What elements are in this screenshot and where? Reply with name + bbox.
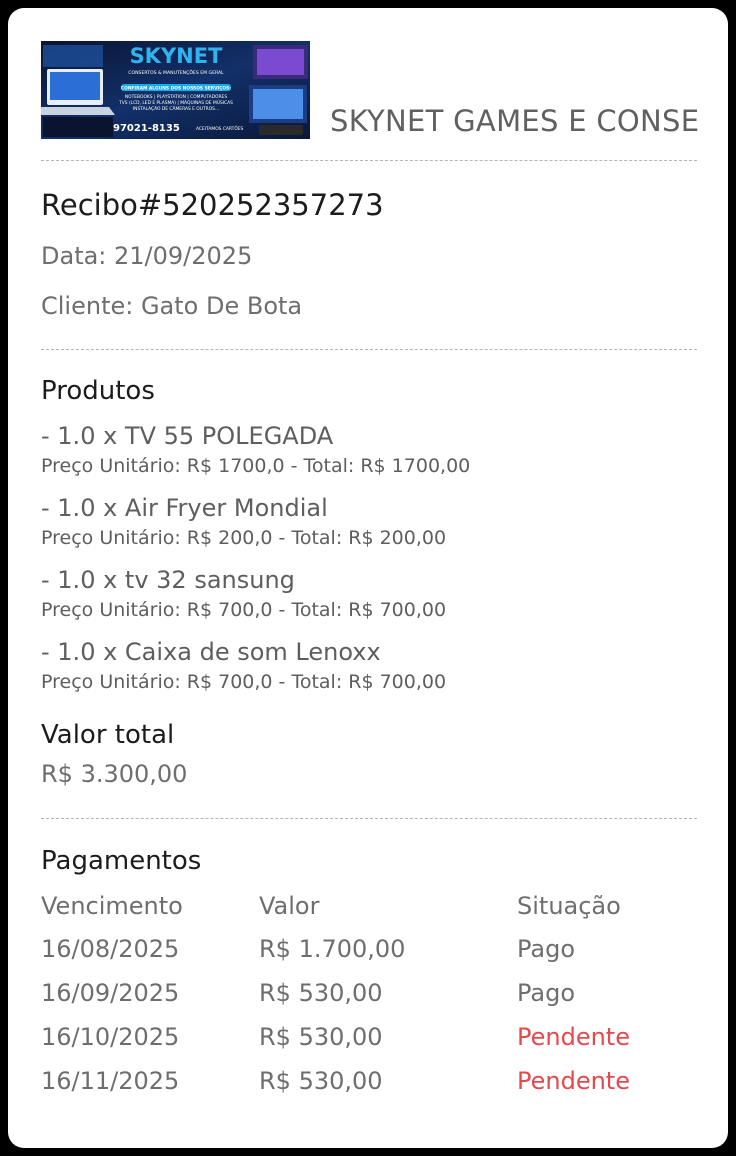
product-name: - 1.0 x tv 32 sansung	[41, 566, 295, 594]
product-price: Preço Unitário: R$ 1700,0 - Total: R$ 17…	[41, 455, 471, 477]
logo-brand: SKYNET	[130, 44, 224, 68]
payment-due: 16/11/2025	[41, 1067, 180, 1095]
payment-due: 16/10/2025	[41, 1023, 180, 1051]
logo-phone: 97021-8135	[113, 123, 180, 134]
products-title: Produtos	[41, 376, 155, 406]
payment-status-pending: Pendente	[517, 1023, 630, 1051]
payment-value: R$ 1.700,00	[259, 935, 406, 963]
product-name: - 1.0 x Air Fryer Mondial	[41, 494, 328, 522]
company-name: SKYNET GAMES E CONSE	[330, 104, 700, 138]
logo-services-line2: TVS (LCD, LED E PLASMA) | MÁQUINAS DE MÚ…	[118, 99, 233, 106]
payment-value: R$ 530,00	[259, 979, 383, 1007]
total-title: Valor total	[41, 720, 175, 750]
payment-value: R$ 530,00	[259, 1023, 383, 1051]
logo-subtitle: CONSERTOS & MANUTENÇÕES EM GERAL	[128, 69, 224, 76]
logo-services-line1: NOTEBOOKS | PLAYSTATION | COMPUTADORES	[125, 94, 227, 100]
receipt-number: Recibo#520252357273	[41, 188, 384, 222]
receipt-client: Cliente: Gato De Bota	[41, 292, 303, 320]
product-price: Preço Unitário: R$ 200,0 - Total: R$ 200…	[41, 527, 447, 549]
product-name: - 1.0 x Caixa de som Lenoxx	[41, 638, 381, 666]
divider	[41, 160, 697, 161]
payment-status: Pago	[517, 979, 576, 1007]
company-logo: SKYNET CONSERTOS & MANUTENÇÕES EM GERAL …	[41, 41, 310, 139]
logo-services-title: CONFIRAM ALGUNS DOS NOSSOS SERVIÇOS:	[121, 86, 231, 92]
product-name: - 1.0 x TV 55 POLEGADA	[41, 422, 334, 450]
payment-status: Pago	[517, 935, 576, 963]
receipt-date: Data: 21/09/2025	[41, 242, 253, 270]
payment-status-pending: Pendente	[517, 1067, 630, 1095]
receipt-header: SKYNET CONSERTOS & MANUTENÇÕES EM GERAL …	[8, 8, 728, 148]
column-header-due: Vencimento	[41, 892, 183, 920]
payment-value: R$ 530,00	[259, 1067, 383, 1095]
product-price: Preço Unitário: R$ 700,0 - Total: R$ 700…	[41, 599, 447, 621]
total-value: R$ 3.300,00	[41, 760, 188, 788]
company-logo-image: SKYNET CONSERTOS & MANUTENÇÕES EM GERAL …	[41, 41, 310, 139]
payments-title: Pagamentos	[41, 846, 202, 876]
divider	[41, 349, 697, 350]
payment-due: 16/09/2025	[41, 979, 180, 1007]
divider	[41, 818, 697, 819]
logo-services-line3: INSTALAÇÃO DE CÂMERAS E OUTROS...	[133, 105, 219, 112]
logo-payment-note: ACEITAMOS CARTÕES	[196, 125, 244, 132]
column-header-value: Valor	[259, 892, 320, 920]
payment-due: 16/08/2025	[41, 935, 180, 963]
product-price: Preço Unitário: R$ 700,0 - Total: R$ 700…	[41, 671, 447, 693]
receipt-card: SKYNET CONSERTOS & MANUTENÇÕES EM GERAL …	[8, 8, 728, 1148]
column-header-status: Situação	[517, 892, 621, 920]
